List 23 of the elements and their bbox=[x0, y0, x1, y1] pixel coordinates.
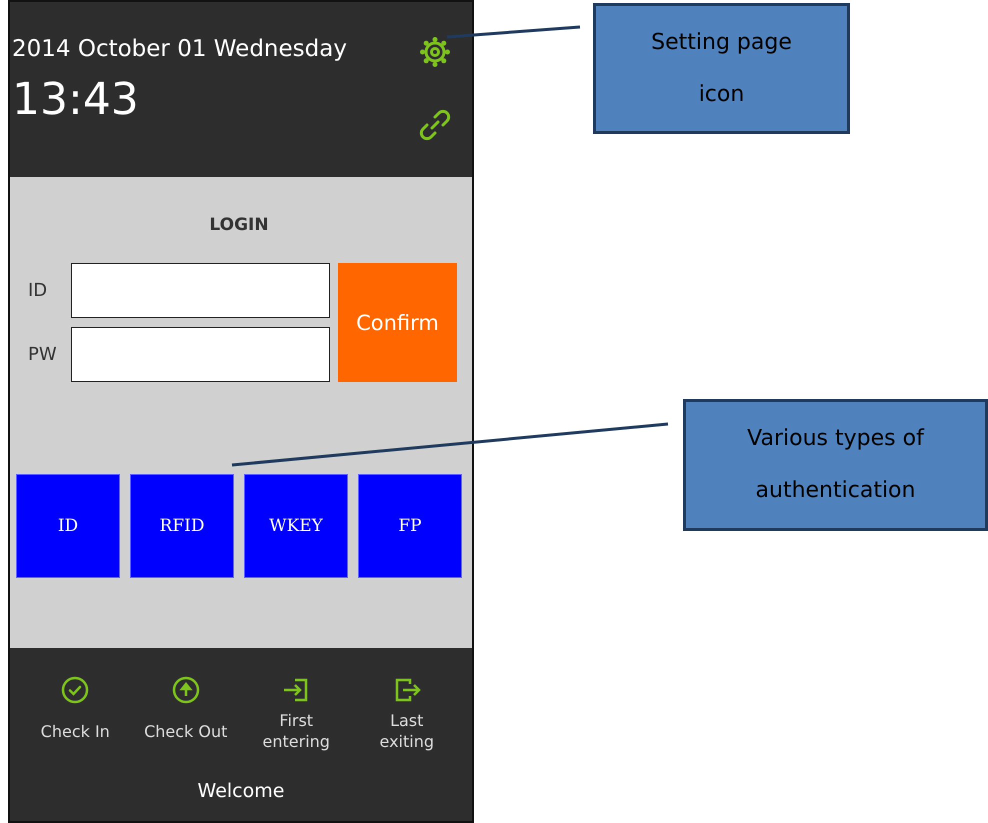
auth-button[interactable]: ID bbox=[16, 474, 120, 578]
enter-icon[interactable] bbox=[282, 676, 310, 704]
action-label[interactable]: Last exiting bbox=[380, 710, 434, 752]
time-text: 13:43 bbox=[12, 74, 140, 125]
auth-button[interactable]: RFID bbox=[130, 474, 234, 578]
link-icon[interactable] bbox=[418, 108, 452, 142]
action-label[interactable]: Check Out bbox=[144, 710, 228, 752]
date-text: 2014 October 01 Wednesday bbox=[12, 36, 347, 62]
up-arrow-circle-icon[interactable] bbox=[172, 676, 200, 704]
input-field[interactable] bbox=[71, 327, 330, 382]
settings-icon[interactable] bbox=[419, 36, 451, 68]
welcome-text: Welcome bbox=[198, 780, 284, 802]
auth-button[interactable]: FP bbox=[358, 474, 462, 578]
callout-box: Setting page icon bbox=[593, 3, 850, 134]
input-field[interactable] bbox=[71, 263, 330, 318]
callout-box: Various types of authentication bbox=[683, 399, 988, 531]
field-label: PW bbox=[27, 344, 58, 365]
field-label: ID bbox=[27, 280, 48, 301]
auth-button[interactable]: WKEY bbox=[244, 474, 348, 578]
action-label[interactable]: First entering bbox=[262, 710, 330, 752]
check-circle-icon[interactable] bbox=[61, 676, 90, 704]
login-title: LOGIN bbox=[208, 215, 270, 235]
action-label[interactable]: Check In bbox=[40, 710, 110, 752]
